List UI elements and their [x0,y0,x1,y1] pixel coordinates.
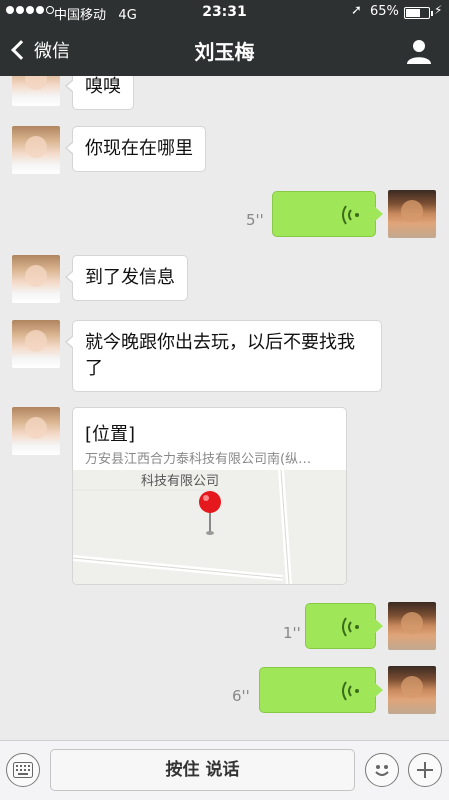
message-text: 你现在在哪里 [85,138,193,159]
voice-duration: 1'' [283,624,301,642]
message-text: 到了发信息 [85,267,175,288]
smiley-icon [375,765,389,776]
voice-wave-icon [342,205,359,225]
voice-message[interactable] [272,191,383,237]
input-bar: 按住 说话 [0,740,449,800]
message-text: 就今晚跟你出去玩，以后不要找我了 [85,332,355,379]
message-bubble[interactable]: 嗅嗅 [65,76,134,110]
contact-avatar[interactable] [12,255,60,303]
location-arrow-icon: ➚ [351,3,362,18]
map-place-label: 科技有限公司 [141,474,220,489]
message-bubble[interactable]: 你现在在哪里 [65,126,206,172]
contact-profile-icon[interactable] [406,38,432,64]
battery-icon [404,7,433,19]
more-options-button[interactable] [408,753,442,787]
charging-icon: ⚡ [434,3,443,17]
voice-duration: 5'' [246,211,264,229]
message-bubble[interactable]: 到了发信息 [65,255,188,301]
my-avatar[interactable] [388,190,436,238]
my-avatar[interactable] [388,666,436,714]
keyboard-icon [13,762,33,778]
contact-avatar[interactable] [12,407,60,455]
voice-message[interactable] [259,667,383,713]
location-title: [位置] [85,424,136,445]
voice-wave-icon [342,681,359,701]
message-bubble[interactable]: 就今晚跟你出去玩，以后不要找我了 [65,320,382,392]
voice-duration: 6'' [232,687,250,705]
map-pin-icon [199,491,221,535]
message-text: 嗅嗅 [85,76,121,97]
message-list[interactable]: 嗅嗅 你现在在哪里 5'' 到了发信息 就今晚跟你出去玩，以后不要找我了 [位置… [0,76,449,740]
contact-avatar[interactable] [12,76,60,106]
my-avatar[interactable] [388,602,436,650]
voice-wave-icon [342,617,359,637]
battery-percent: 65% [370,4,399,19]
chat-title: 刘玉梅 [194,40,255,64]
plus-icon [417,762,433,778]
location-map[interactable]: 科技有限公司 [73,470,346,584]
status-bar: 中国移动 4G 23:31 ➚ 65% ⚡ [0,0,449,26]
keyboard-toggle-button[interactable] [6,753,40,787]
location-address: 万安县江西合力泰科技有限公司南(纵… [85,452,312,467]
contact-avatar[interactable] [12,126,60,174]
nav-bar: 微信 刘玉梅 [0,26,449,76]
contact-avatar[interactable] [12,320,60,368]
voice-message[interactable] [305,603,383,649]
hold-to-talk-button[interactable]: 按住 说话 [50,749,355,791]
location-message[interactable]: [位置] 万安县江西合力泰科技有限公司南(纵… 科技有限公司 [72,407,347,585]
emoji-button[interactable] [365,753,399,787]
